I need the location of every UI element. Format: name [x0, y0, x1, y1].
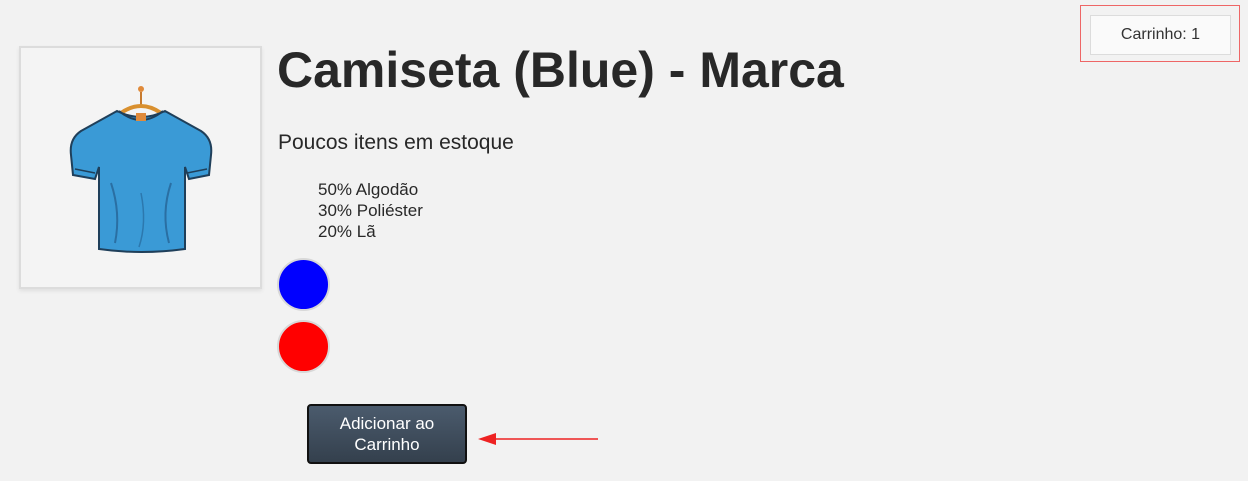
- stock-status: Poucos itens em estoque: [278, 131, 514, 154]
- cart-counter-label: Carrinho: 1: [1120, 26, 1201, 43]
- product-image: [19, 46, 262, 289]
- material-item: 20% Lã: [318, 222, 376, 241]
- color-swatch-red[interactable]: [277, 320, 330, 373]
- color-swatch-blue[interactable]: [277, 258, 330, 311]
- arrow-head: [478, 433, 496, 445]
- cart-highlight-box: Carrinho: 1: [1080, 5, 1240, 62]
- cart-counter[interactable]: Carrinho: 1: [1090, 15, 1231, 55]
- add-to-cart-button[interactable]: Adicionar ao Carrinho: [307, 404, 467, 464]
- materials-list: 50% Algodão 30% Poliéster 20% Lã: [318, 179, 423, 242]
- tshirt-icon: [69, 85, 212, 253]
- material-item: 50% Algodão: [318, 180, 419, 199]
- add-to-cart-label: Adicionar ao Carrinho: [339, 414, 435, 454]
- product-title: Camiseta (Blue) - Marca: [277, 42, 844, 98]
- material-item: 30% Poliéster: [318, 201, 423, 220]
- arrow-annotation-icon: [478, 433, 598, 445]
